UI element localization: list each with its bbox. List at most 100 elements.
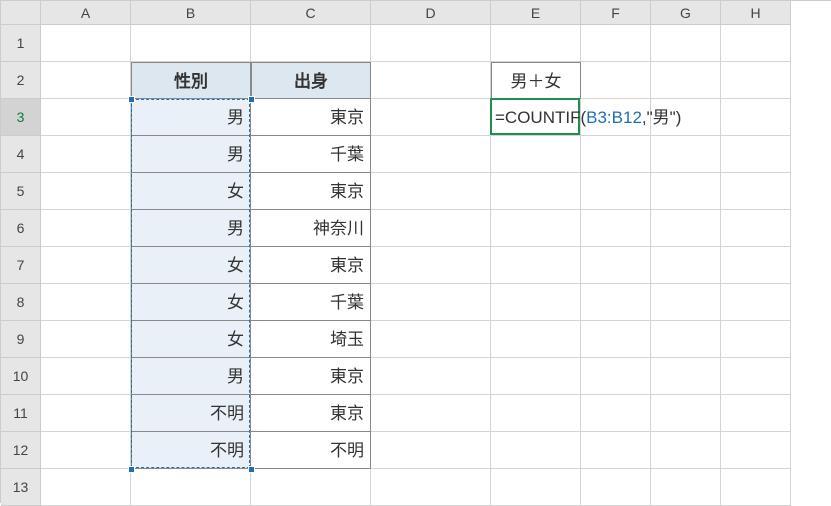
cell-G10[interactable] [651, 358, 721, 395]
cell-C10[interactable]: 東京 [251, 358, 371, 395]
cell-E2[interactable]: 男＋女 [491, 62, 581, 99]
cell-H1[interactable] [721, 25, 791, 62]
cell-E7[interactable] [491, 247, 581, 284]
cell-E1[interactable] [491, 25, 581, 62]
cell-B4[interactable]: 男 [131, 136, 251, 173]
cell-C2[interactable]: 出身 [251, 62, 371, 99]
cell-C9[interactable]: 埼玉 [251, 321, 371, 358]
row-header-5[interactable]: 5 [1, 173, 41, 210]
column-header-C[interactable]: C [251, 1, 371, 25]
row-header-8[interactable]: 8 [1, 284, 41, 321]
cell-A10[interactable] [41, 358, 131, 395]
cell-B7[interactable]: 女 [131, 247, 251, 284]
cell-F7[interactable] [581, 247, 651, 284]
cell-D2[interactable] [371, 62, 491, 99]
cell-B10[interactable]: 男 [131, 358, 251, 395]
column-header-F[interactable]: F [581, 1, 651, 25]
cell-F11[interactable] [581, 395, 651, 432]
range-handle[interactable] [248, 466, 255, 473]
row-header-10[interactable]: 10 [1, 358, 41, 395]
row-header-2[interactable]: 2 [1, 62, 41, 99]
cell-G6[interactable] [651, 210, 721, 247]
row-header-3[interactable]: 3 [1, 99, 41, 136]
cell-H6[interactable] [721, 210, 791, 247]
cell-F3[interactable] [581, 99, 651, 136]
cell-C12[interactable]: 不明 [251, 432, 371, 469]
cell-F6[interactable] [581, 210, 651, 247]
cell-A9[interactable] [41, 321, 131, 358]
row-header-7[interactable]: 7 [1, 247, 41, 284]
cell-H2[interactable] [721, 62, 791, 99]
cell-E12[interactable] [491, 432, 581, 469]
cell-E5[interactable] [491, 173, 581, 210]
column-header-G[interactable]: G [651, 1, 721, 25]
cell-D6[interactable] [371, 210, 491, 247]
cell-B8[interactable]: 女 [131, 284, 251, 321]
cell-F9[interactable] [581, 321, 651, 358]
cell-H10[interactable] [721, 358, 791, 395]
cell-H5[interactable] [721, 173, 791, 210]
cell-E8[interactable] [491, 284, 581, 321]
cell-G3[interactable] [651, 99, 721, 136]
cell-B12[interactable]: 不明 [131, 432, 251, 469]
cell-G12[interactable] [651, 432, 721, 469]
cell-E9[interactable] [491, 321, 581, 358]
row-header-12[interactable]: 12 [1, 432, 41, 469]
cell-B11[interactable]: 不明 [131, 395, 251, 432]
column-header-H[interactable]: H [721, 1, 791, 25]
cell-F1[interactable] [581, 25, 651, 62]
cell-H12[interactable] [721, 432, 791, 469]
cell-D4[interactable] [371, 136, 491, 173]
cell-B9[interactable]: 女 [131, 321, 251, 358]
range-handle[interactable] [248, 96, 255, 103]
cell-A6[interactable] [41, 210, 131, 247]
cell-D12[interactable] [371, 432, 491, 469]
cell-B6[interactable]: 男 [131, 210, 251, 247]
cell-C3[interactable]: 東京 [251, 99, 371, 136]
cell-D13[interactable] [371, 469, 491, 506]
cell-D8[interactable] [371, 284, 491, 321]
cell-A8[interactable] [41, 284, 131, 321]
cell-C1[interactable] [251, 25, 371, 62]
cell-C11[interactable]: 東京 [251, 395, 371, 432]
cell-A3[interactable] [41, 99, 131, 136]
range-handle[interactable] [128, 96, 135, 103]
cell-A7[interactable] [41, 247, 131, 284]
cell-C13[interactable] [251, 469, 371, 506]
row-header-1[interactable]: 1 [1, 25, 41, 62]
range-handle[interactable] [128, 466, 135, 473]
select-all-corner[interactable] [1, 1, 41, 25]
cell-E6[interactable] [491, 210, 581, 247]
cell-C8[interactable]: 千葉 [251, 284, 371, 321]
cell-H7[interactable] [721, 247, 791, 284]
cell-E4[interactable] [491, 136, 581, 173]
cell-G11[interactable] [651, 395, 721, 432]
cell-F5[interactable] [581, 173, 651, 210]
cell-D3[interactable] [371, 99, 491, 136]
cell-G2[interactable] [651, 62, 721, 99]
cell-G1[interactable] [651, 25, 721, 62]
cell-H8[interactable] [721, 284, 791, 321]
cell-G8[interactable] [651, 284, 721, 321]
cell-A11[interactable] [41, 395, 131, 432]
cell-F4[interactable] [581, 136, 651, 173]
cell-A2[interactable] [41, 62, 131, 99]
cell-F13[interactable] [581, 469, 651, 506]
column-header-D[interactable]: D [371, 1, 491, 25]
row-header-11[interactable]: 11 [1, 395, 41, 432]
cell-F12[interactable] [581, 432, 651, 469]
cell-E13[interactable] [491, 469, 581, 506]
cell-G13[interactable] [651, 469, 721, 506]
cell-F8[interactable] [581, 284, 651, 321]
column-header-A[interactable]: A [41, 1, 131, 25]
cell-B2[interactable]: 性別 [131, 62, 251, 99]
cell-D10[interactable] [371, 358, 491, 395]
row-header-4[interactable]: 4 [1, 136, 41, 173]
cell-C7[interactable]: 東京 [251, 247, 371, 284]
cell-B3[interactable]: 男 [131, 99, 251, 136]
spreadsheet[interactable]: ABCDEFGH 12性別出身男＋女3男東京4男千葉5女東京6男神奈川7女東京8… [0, 0, 831, 503]
cell-E11[interactable] [491, 395, 581, 432]
cell-A5[interactable] [41, 173, 131, 210]
cell-C6[interactable]: 神奈川 [251, 210, 371, 247]
column-header-B[interactable]: B [131, 1, 251, 25]
